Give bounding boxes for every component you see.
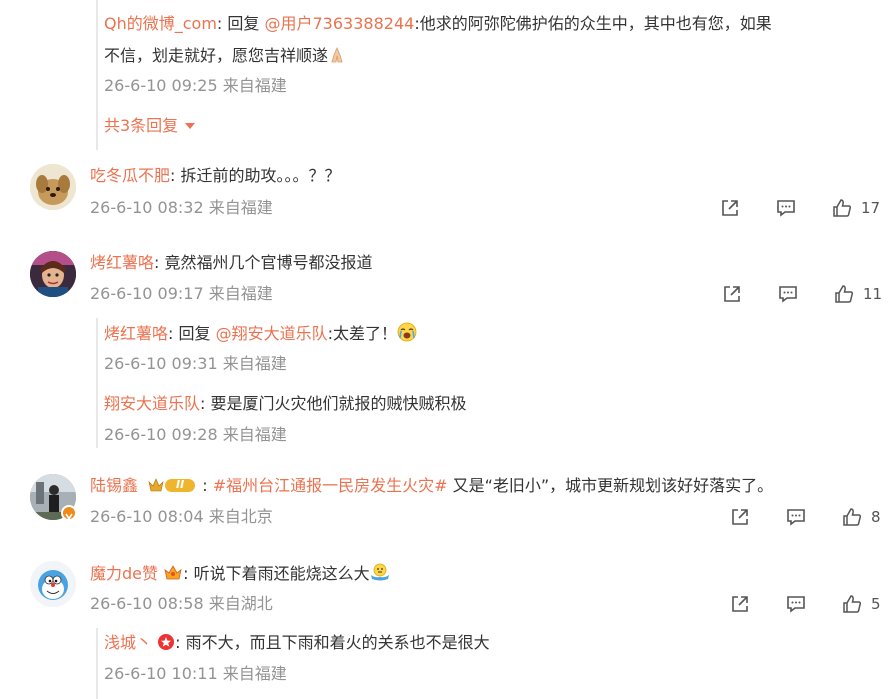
comment-icon[interactable] (773, 195, 799, 221)
red-badge-icon (157, 633, 175, 657)
reply-text: : 雨不大，而且下雨和着火的关系也不是很大 (175, 633, 490, 652)
comment-author[interactable]: 魔力de赞 (90, 564, 158, 583)
shrug-emoji-icon (370, 562, 390, 588)
comment-meta: 26-6-10 08:32 来自福建 (90, 198, 273, 217)
reply-text-cont: 不信，划走就好，愿您吉祥顺遂 (104, 46, 329, 65)
reply-meta: 26-6-10 09:25 来自福建 (104, 76, 287, 95)
reply-thread-bar (96, 628, 98, 699)
comment-text: : 竟然福州几个官博号都没报道 (154, 253, 373, 272)
like-count: 8 (871, 508, 881, 526)
comment-actions: 8 (727, 504, 887, 530)
share-icon[interactable] (717, 195, 743, 221)
reply-text: : 要是厦门火灾他们就报的贼快贼积极 (200, 394, 467, 413)
reply-item: Qh的微博_com: 回复 @用户7363388244:他求的阿弥陀佛护佑的众生… (104, 13, 772, 35)
reply-thread-bar (96, 318, 98, 448)
like-icon[interactable] (831, 281, 857, 307)
comment-actions: 11 (719, 281, 882, 307)
expand-replies-button[interactable]: 共3条回复 (104, 115, 196, 137)
reply-author[interactable]: 浅城丶 (104, 633, 152, 652)
reply-item: 浅城丶 : 雨不大，而且下雨和着火的关系也不是很大 (104, 632, 490, 657)
caret-down-icon (185, 123, 196, 129)
comment-text: 又是“老旧小”，城市更新规划该好好落实了。 (447, 476, 774, 495)
avatar[interactable] (30, 251, 76, 297)
like-icon[interactable] (829, 195, 855, 221)
like-icon[interactable] (839, 591, 865, 617)
reply-author[interactable]: 烤红薯咯 (104, 324, 168, 343)
crying-face-icon (397, 322, 417, 348)
verified-badge-icon (61, 505, 77, 521)
comment-icon[interactable] (783, 504, 809, 530)
reply-meta: 26-6-10 09:31 来自福建 (104, 354, 287, 373)
comment-author[interactable]: 烤红薯咯 (90, 253, 154, 272)
reply-item: 烤红薯咯: 回复 @翔安大道乐队:太差了！ (104, 322, 417, 348)
mention-link[interactable]: @翔安大道乐队 (216, 324, 328, 343)
reply-meta: 26-6-10 10:11 来自福建 (104, 664, 287, 683)
comment-author[interactable]: 陆锡鑫 (90, 476, 138, 495)
comment-meta: 26-6-10 08:04 来自北京 (90, 507, 273, 526)
reply-word: : 回复 (168, 324, 211, 343)
reply-meta: 26-6-10 09:28 来自福建 (104, 425, 287, 444)
comment-icon[interactable] (775, 281, 801, 307)
comment-body: 陆锡鑫 II : #福州台江通报一民房发生火灾# 又是“老旧小”，城市更新规划该… (90, 476, 774, 495)
member-level-label: II (176, 478, 185, 491)
comment-icon[interactable] (783, 591, 809, 617)
reply-item: 翔安大道乐队: 要是厦门火灾他们就报的贼快贼积极 (104, 393, 467, 415)
like-count: 17 (861, 199, 881, 217)
share-icon[interactable] (727, 591, 753, 617)
hashtag-link[interactable]: #福州台江通报一民房发生火灾# (213, 476, 448, 495)
comment-text: : 听说下着雨还能烧这么大 (183, 564, 370, 583)
comment-actions: 5 (727, 591, 887, 617)
comment-body: 吃冬瓜不肥: 拆迁前的助攻。。。？？ (90, 165, 341, 187)
avatar[interactable] (30, 164, 76, 210)
like-count: 11 (863, 285, 883, 303)
share-icon[interactable] (719, 281, 745, 307)
comment-meta: 26-6-10 08:58 来自湖北 (90, 594, 273, 613)
like-count: 5 (871, 595, 881, 613)
reply-author[interactable]: Qh的微博_com (104, 14, 217, 33)
reply-author[interactable]: 翔安大道乐队 (104, 394, 200, 413)
reply-text: :他求的阿弥陀佛护佑的众生中，其中也有您，如果 (414, 14, 772, 33)
reply-thread-bar (96, 0, 98, 150)
comment-meta: 26-6-10 09:17 来自福建 (90, 284, 273, 303)
mention-link[interactable]: @用户7363388244 (265, 14, 415, 33)
comment-body: 烤红薯咯: 竟然福州几个官博号都没报道 (90, 252, 373, 274)
comment-body: 魔力de赞 : 听说下着雨还能烧这么大 (90, 562, 390, 588)
praying-hands-icon (328, 46, 346, 70)
member-crown-badge: II (147, 476, 197, 494)
reply-text: :太差了！ (327, 324, 398, 343)
comment-actions: 17 (717, 195, 880, 221)
comment-author[interactable]: 吃冬瓜不肥 (90, 166, 170, 185)
comment-text: : 拆迁前的助攻。。。？？ (170, 166, 341, 185)
reply-word: : 回复 (216, 14, 260, 33)
like-icon[interactable] (839, 504, 865, 530)
share-icon[interactable] (727, 504, 753, 530)
reply-text-line2: 不信，划走就好，愿您吉祥顺遂 (104, 45, 346, 70)
avatar[interactable] (30, 561, 76, 607)
expand-replies-label: 共3条回复 (104, 116, 179, 135)
fan-badge-icon (163, 562, 183, 588)
